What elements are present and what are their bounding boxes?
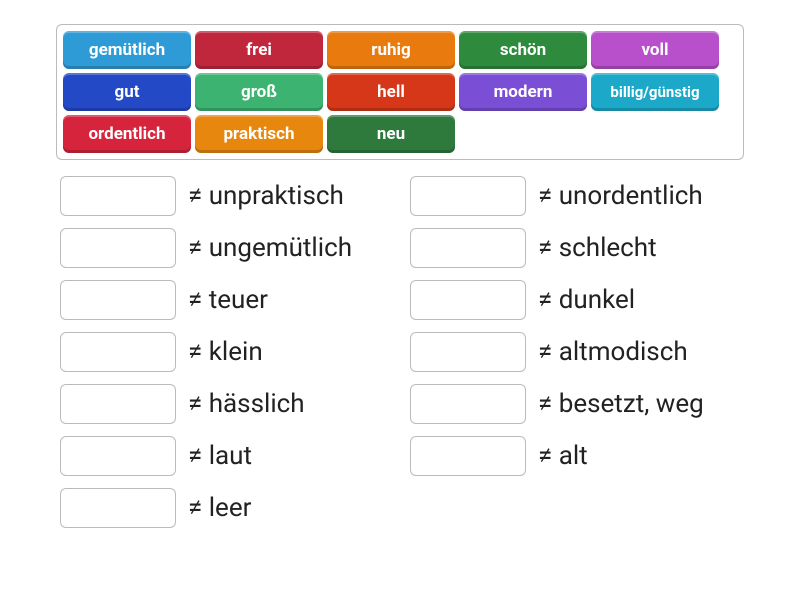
word-tile-11[interactable]: praktisch — [195, 115, 323, 153]
tile-tray: gemütlichfreiruhigschönvoll gutgroßhellmo… — [56, 24, 744, 160]
answer-pair-8: ≠ schlecht — [410, 228, 740, 268]
drop-slot-6[interactable] — [60, 488, 176, 528]
answer-pair-10: ≠ altmodisch — [410, 332, 740, 372]
pair-label-5: ≠ laut — [188, 441, 252, 471]
drop-slot-10[interactable] — [410, 332, 526, 372]
word-tile-5[interactable]: gut — [63, 73, 191, 111]
answer-grid: ≠ unpraktisch ≠ ungemütlich ≠ teuer ≠ klein… — [56, 176, 744, 528]
answer-pair-6: ≠ leer — [60, 488, 390, 528]
drop-slot-9[interactable] — [410, 280, 526, 320]
pair-label-11: ≠ besetzt, weg — [538, 389, 704, 419]
answer-pair-4: ≠ hässlich — [60, 384, 390, 424]
drop-slot-0[interactable] — [60, 176, 176, 216]
word-tile-3[interactable]: schön — [459, 31, 587, 69]
drop-slot-5[interactable] — [60, 436, 176, 476]
answer-pair-7: ≠ unordentlich — [410, 176, 740, 216]
drop-slot-3[interactable] — [60, 332, 176, 372]
drop-slot-2[interactable] — [60, 280, 176, 320]
pair-label-6: ≠ leer — [188, 493, 251, 523]
answer-pair-1: ≠ ungemütlich — [60, 228, 390, 268]
drop-slot-11[interactable] — [410, 384, 526, 424]
pair-label-8: ≠ schlecht — [538, 233, 657, 263]
pair-label-12: ≠ alt — [538, 441, 588, 471]
word-tile-0[interactable]: gemütlich — [63, 31, 191, 69]
word-tile-10[interactable]: ordentlich — [63, 115, 191, 153]
pair-label-1: ≠ ungemütlich — [188, 233, 352, 263]
word-tile-7[interactable]: hell — [327, 73, 455, 111]
answer-pair-11: ≠ besetzt, weg — [410, 384, 740, 424]
answer-pair-2: ≠ teuer — [60, 280, 390, 320]
drop-slot-7[interactable] — [410, 176, 526, 216]
word-tile-12[interactable]: neu — [327, 115, 455, 153]
answer-pair-3: ≠ klein — [60, 332, 390, 372]
answer-pair-0: ≠ unpraktisch — [60, 176, 390, 216]
word-tile-6[interactable]: groß — [195, 73, 323, 111]
drop-slot-4[interactable] — [60, 384, 176, 424]
answer-pair-5: ≠ laut — [60, 436, 390, 476]
drop-slot-12[interactable] — [410, 436, 526, 476]
word-tile-4[interactable]: voll — [591, 31, 719, 69]
pair-label-0: ≠ unpraktisch — [188, 181, 344, 211]
word-tile-8[interactable]: modern — [459, 73, 587, 111]
answer-pair-12: ≠ alt — [410, 436, 740, 476]
pair-label-4: ≠ hässlich — [188, 389, 305, 419]
drop-slot-1[interactable] — [60, 228, 176, 268]
answer-pair-9: ≠ dunkel — [410, 280, 740, 320]
pair-label-7: ≠ unordentlich — [538, 181, 703, 211]
pair-label-2: ≠ teuer — [188, 285, 268, 315]
word-tile-1[interactable]: frei — [195, 31, 323, 69]
word-tile-2[interactable]: ruhig — [327, 31, 455, 69]
pair-label-9: ≠ dunkel — [538, 285, 635, 315]
pair-label-10: ≠ altmodisch — [538, 337, 688, 367]
word-tile-9[interactable]: billig/günstig — [591, 73, 719, 111]
pair-label-3: ≠ klein — [188, 337, 263, 367]
drop-slot-8[interactable] — [410, 228, 526, 268]
